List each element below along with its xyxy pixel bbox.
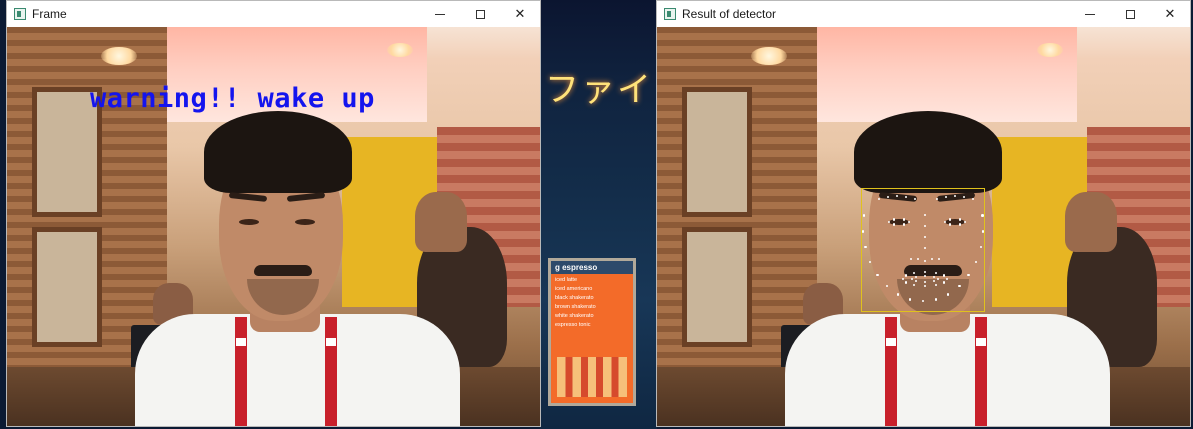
minimize-icon <box>1085 13 1095 15</box>
subject-hair <box>204 111 352 193</box>
lanyard <box>975 317 987 426</box>
lanyard-logo <box>885 337 897 347</box>
app-icon <box>14 8 26 20</box>
landmark-point <box>896 293 900 296</box>
neon-sign: ファイ <box>545 70 653 110</box>
minimize-button[interactable] <box>1070 1 1110 27</box>
ceiling-lamp <box>1037 43 1063 57</box>
lanyard-logo <box>235 337 247 347</box>
minimize-button[interactable] <box>420 1 460 27</box>
menu-board: g espresso iced latte iced americano bla… <box>548 258 636 406</box>
maximize-icon <box>1125 9 1135 19</box>
close-icon: ✕ <box>1164 6 1176 22</box>
wall-window <box>32 227 102 347</box>
landmark-point <box>934 298 938 301</box>
mustache <box>254 265 312 276</box>
wall-window <box>682 227 752 347</box>
eye <box>295 219 315 225</box>
background-person-head <box>415 192 467 252</box>
lanyard-logo <box>325 337 337 347</box>
landmark-point <box>904 274 908 277</box>
window-controls: ✕ <box>1070 1 1190 27</box>
landmark-point <box>904 281 908 284</box>
subject-hair <box>854 111 1002 193</box>
frame-window[interactable]: Frame ✕ warning!! wake up <box>6 0 541 427</box>
landmark-point <box>981 230 985 233</box>
detector-window[interactable]: Result of detector ✕ <box>656 0 1191 427</box>
camera-frame: warning!! wake up <box>7 27 540 426</box>
lanyard-logo <box>975 337 987 347</box>
menu-item: brown shakerato <box>555 304 596 310</box>
close-button[interactable]: ✕ <box>1150 1 1190 27</box>
bottle-display <box>557 357 627 397</box>
background-person-head <box>1065 192 1117 252</box>
landmark-point <box>981 214 984 217</box>
close-icon: ✕ <box>514 6 526 22</box>
maximize-icon <box>475 9 485 19</box>
menu-board-title: g espresso <box>551 261 633 274</box>
lanyard <box>325 317 337 426</box>
lanyard <box>235 317 247 426</box>
maximize-button[interactable] <box>460 1 500 27</box>
window-controls: ✕ <box>420 1 540 27</box>
eye <box>239 219 259 225</box>
detector-titlebar[interactable]: Result of detector ✕ <box>657 1 1190 28</box>
ceiling-lamp <box>387 43 413 57</box>
landmark-point <box>892 218 896 221</box>
ceiling-lamp <box>101 47 137 65</box>
menu-item: espresso tonic <box>555 322 591 328</box>
close-button[interactable]: ✕ <box>500 1 540 27</box>
app-icon <box>664 8 676 20</box>
wall-window <box>682 87 752 217</box>
detector-frame <box>657 27 1190 426</box>
face-bounding-box <box>861 188 985 312</box>
window-title: Frame <box>32 7 67 21</box>
landmark-point <box>958 218 962 221</box>
landmark-point <box>902 218 906 221</box>
menu-item: black shakerato <box>555 295 594 301</box>
landmark-point <box>862 214 866 217</box>
menu-item: white shakerato <box>555 313 594 319</box>
ceiling-lamp <box>751 47 787 65</box>
menu-item: iced americano <box>555 286 593 292</box>
landmark-point <box>948 218 952 221</box>
minimize-icon <box>435 13 445 15</box>
menu-item: iced latte <box>555 277 578 283</box>
lanyard <box>885 317 897 426</box>
window-title: Result of detector <box>682 7 777 21</box>
maximize-button[interactable] <box>1110 1 1150 27</box>
menu-board-list: iced latte iced americano black shakerat… <box>551 274 633 332</box>
warning-overlay-text: warning!! wake up <box>90 83 375 114</box>
frame-titlebar[interactable]: Frame ✕ <box>7 1 540 28</box>
